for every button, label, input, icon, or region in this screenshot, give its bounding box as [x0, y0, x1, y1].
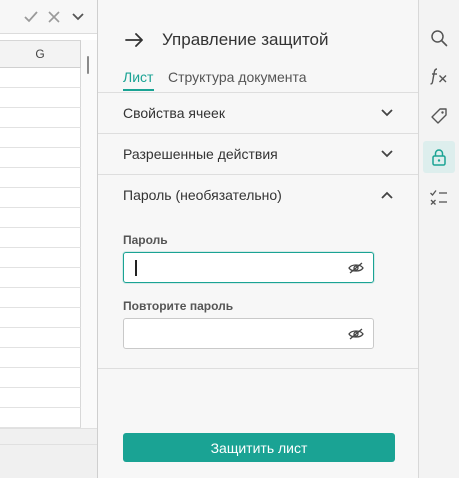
panel-tabs: Лист Структура документа	[98, 66, 418, 92]
grid-row[interactable]	[0, 68, 81, 88]
chevron-down-icon[interactable]	[69, 8, 87, 26]
status-bar	[0, 444, 97, 478]
grid-row[interactable]	[0, 348, 81, 368]
column-header-g[interactable]: G	[0, 40, 81, 68]
scroll-thumb[interactable]	[87, 56, 89, 74]
grid-row[interactable]	[0, 168, 81, 188]
grid-row[interactable]	[0, 228, 81, 248]
section-label: Свойства ячеек	[123, 105, 225, 121]
grid-row[interactable]	[0, 268, 81, 288]
formula-bar	[0, 0, 97, 34]
panel-title: Управление защитой	[162, 30, 329, 49]
grid-row[interactable]	[0, 408, 81, 428]
grid-row[interactable]	[0, 148, 81, 168]
grid-row[interactable]	[0, 248, 81, 268]
active-tab-indicator	[123, 89, 154, 91]
grid-row[interactable]	[0, 388, 81, 408]
chevron-up-icon[interactable]	[378, 186, 396, 204]
tool-rail	[419, 0, 459, 478]
protection-panel: Управление защитой Лист Структура докуме…	[97, 0, 419, 478]
grid-row[interactable]	[0, 88, 81, 108]
close-icon[interactable]	[45, 8, 63, 26]
section-label[interactable]: Пароль (необязательно)	[123, 187, 282, 203]
grid-row[interactable]	[0, 188, 81, 208]
chevron-down-icon[interactable]	[378, 104, 396, 122]
tag-icon[interactable]	[423, 100, 455, 132]
arrow-right-icon[interactable]	[124, 30, 146, 50]
search-icon[interactable]	[423, 22, 455, 54]
eye-off-icon[interactable]	[346, 325, 366, 343]
section-cell-properties[interactable]: Свойства ячеек	[98, 92, 418, 133]
confirm-password-field[interactable]	[123, 318, 374, 349]
horizontal-scrollbar[interactable]	[0, 428, 97, 444]
section-password: Пароль (необязательно) Пароль Повторите …	[98, 174, 418, 369]
confirm-password-input[interactable]	[132, 323, 337, 345]
tab-sheet[interactable]: Лист	[123, 69, 153, 85]
cell-grid[interactable]	[0, 68, 81, 428]
spreadsheet-area: G	[0, 0, 97, 478]
confirm-password-label: Повторите пароль	[123, 299, 234, 313]
password-input[interactable]	[132, 257, 337, 279]
function-icon[interactable]	[423, 60, 455, 92]
chevron-down-icon[interactable]	[378, 145, 396, 163]
protect-sheet-button[interactable]: Защитить лист	[123, 433, 395, 462]
password-label: Пароль	[123, 233, 168, 247]
panel-header: Управление защитой	[98, 22, 418, 58]
password-field[interactable]	[123, 252, 374, 283]
vertical-scrollbar[interactable]	[81, 40, 97, 428]
grid-row[interactable]	[0, 108, 81, 128]
grid-row[interactable]	[0, 128, 81, 148]
grid-row[interactable]	[0, 288, 81, 308]
grid-row[interactable]	[0, 368, 81, 388]
lock-icon[interactable]	[423, 141, 455, 173]
grid-row[interactable]	[0, 328, 81, 348]
grid-row[interactable]	[0, 208, 81, 228]
checklist-icon[interactable]	[423, 182, 455, 214]
eye-off-icon[interactable]	[346, 259, 366, 277]
check-icon[interactable]	[22, 8, 40, 26]
tab-document-structure[interactable]: Структура документа	[168, 69, 307, 85]
grid-row[interactable]	[0, 308, 81, 328]
text-caret	[135, 260, 137, 276]
section-label: Разрешенные действия	[123, 146, 278, 162]
section-allowed-actions[interactable]: Разрешенные действия	[98, 133, 418, 174]
